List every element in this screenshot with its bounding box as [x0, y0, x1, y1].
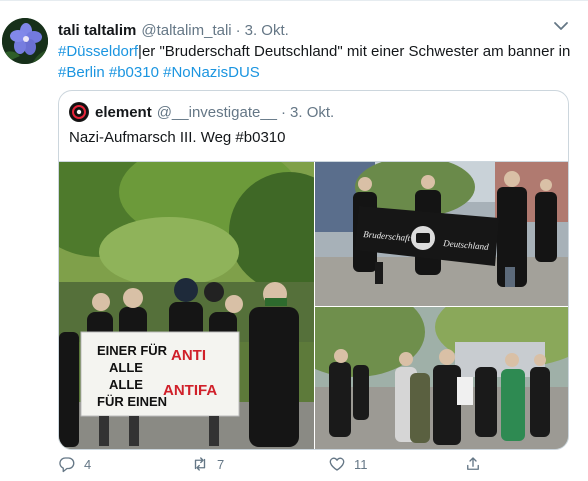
quoted-tweet[interactable]: element @__investigate__ · 3. Okt. Nazi-… — [58, 90, 569, 450]
like-count: 11 — [354, 456, 368, 472]
share-icon — [467, 457, 479, 470]
reply-button[interactable]: 4 — [58, 455, 91, 473]
more-options-chevron-icon[interactable] — [551, 18, 571, 36]
banner-text-line-3: ALLE — [109, 377, 143, 392]
element-logo-icon — [70, 103, 88, 121]
user-handle[interactable]: @taltalim_tali — [141, 22, 231, 39]
like-button[interactable]: 11 — [328, 455, 368, 473]
retweet-count: 7 — [217, 456, 225, 472]
tweet-text-segment: |er "Bruderschaft Deutschland" mit einer… — [138, 43, 571, 60]
quoted-tweet-header: element @__investigate__ · 3. Okt. — [69, 102, 334, 122]
quoted-user-handle[interactable]: @__investigate__ — [157, 104, 277, 121]
quoted-tweet-date[interactable]: 3. Okt. — [290, 104, 334, 121]
banner-text-line-4: FÜR EINEN — [97, 394, 167, 409]
hashtag-berlin[interactable]: #Berlin — [58, 64, 105, 81]
photo-black-banner[interactable]: Bruderschaft Deutschland — [315, 162, 568, 306]
banner-text-anti: ANTI — [171, 347, 206, 364]
retweet-icon — [194, 457, 206, 471]
flower-avatar-image — [2, 18, 48, 64]
separator-dot: · — [235, 21, 241, 39]
user-avatar[interactable] — [2, 18, 48, 64]
photo-grid: EINER FÜR ALLE ALLE FÜR EINEN ANTI ANTIF… — [59, 161, 568, 449]
separator-dot: · — [281, 103, 287, 121]
hashtag-nonazisdus[interactable]: #NoNazisDUS — [163, 64, 260, 81]
quoted-tweet-text: Nazi-Aufmarsch III. Weg #b0310 — [69, 129, 286, 146]
tweet-actions: 4 7 11 — [58, 455, 558, 477]
tweet-text: #Düsseldorf|er "Bruderschaft Deutschland… — [58, 41, 578, 83]
photo-march-banner[interactable]: EINER FÜR ALLE ALLE FÜR EINEN ANTI ANTIF… — [59, 162, 314, 449]
photo-street-march[interactable] — [315, 307, 568, 449]
tweet-header: tali taltalim @taltalim_tali · 3. Okt. — [58, 20, 289, 40]
banner-text-line-2: ALLE — [109, 360, 143, 375]
quoted-display-name[interactable]: element — [95, 104, 152, 121]
retweet-button[interactable]: 7 — [191, 455, 224, 473]
hashtag-duesseldorf[interactable]: #Düsseldorf — [58, 43, 138, 60]
reply-icon — [59, 457, 75, 473]
banner-text-antifa: ANTIFA — [163, 382, 217, 399]
display-name[interactable]: tali taltalim — [58, 22, 136, 39]
tweet[interactable]: tali taltalim @taltalim_tali · 3. Okt. #… — [0, 0, 588, 481]
quoted-user-avatar[interactable] — [69, 102, 89, 122]
like-icon — [329, 457, 345, 471]
share-button[interactable] — [464, 455, 490, 473]
banner-text-line-1: EINER FÜR — [97, 343, 168, 358]
hashtag-b0310[interactable]: #b0310 — [109, 64, 159, 81]
reply-count: 4 — [84, 456, 92, 472]
tweet-date[interactable]: 3. Okt. — [245, 22, 289, 39]
